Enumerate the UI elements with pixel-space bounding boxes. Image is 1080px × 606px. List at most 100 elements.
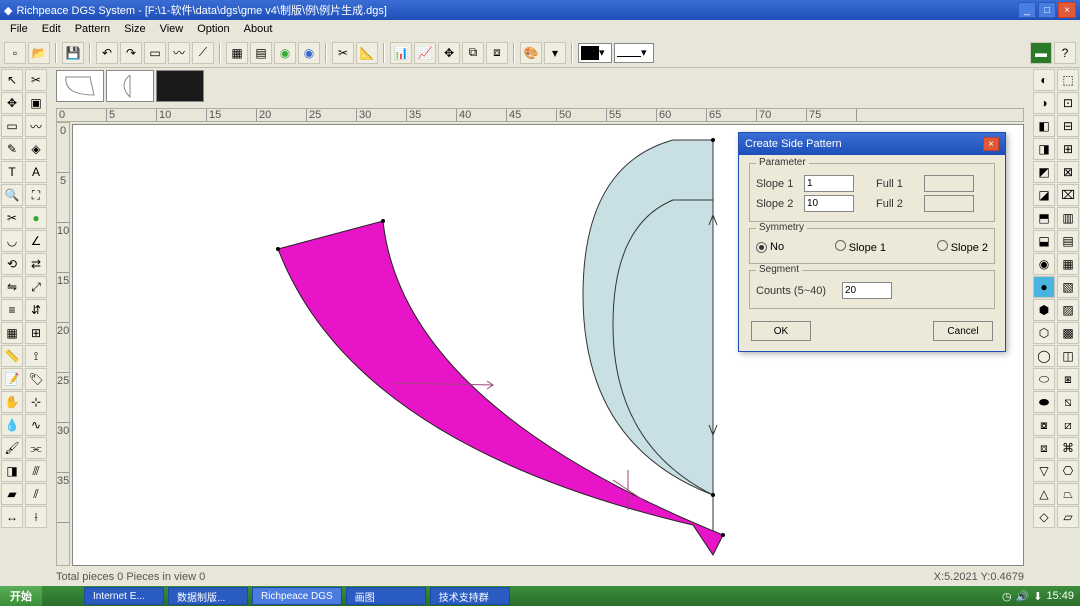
node-icon[interactable]: ◈ [25, 138, 47, 160]
r1-icon-15[interactable]: ⬬ [1033, 391, 1055, 413]
menu-about[interactable]: About [238, 21, 279, 37]
eyedrop-icon[interactable]: 💧 [1, 414, 23, 436]
window-b-icon[interactable]: ⧈ [486, 42, 508, 64]
chart-a-icon[interactable]: 📊 [390, 42, 412, 64]
menu-edit[interactable]: Edit [36, 21, 67, 37]
thumbnail-1[interactable] [56, 70, 104, 102]
r1-icon-16[interactable]: ⧇ [1033, 414, 1055, 436]
grid-a-icon[interactable]: ▦ [226, 42, 248, 64]
select-box-icon[interactable]: ▭ [144, 42, 166, 64]
rotate-icon[interactable]: ⟲ [1, 253, 23, 275]
symmetry-slope2-radio[interactable]: Slope 2 [937, 240, 988, 254]
select2-icon[interactable]: ▣ [25, 92, 47, 114]
color-combo[interactable]: ▾ [578, 43, 612, 63]
screen-icon[interactable]: ▬ [1030, 42, 1052, 64]
pen-icon[interactable]: ✎ [1, 138, 23, 160]
close-button[interactable]: × [1058, 2, 1076, 18]
brush-icon[interactable]: 🖌 [1, 437, 23, 459]
r2-icon-10[interactable]: ▧ [1057, 276, 1079, 298]
tray-icon-1[interactable]: ◷ [1002, 590, 1012, 603]
task-item-2[interactable]: 数据制版... [168, 587, 248, 605]
r1-icon-13[interactable]: ◯ [1033, 345, 1055, 367]
r2-icon-3[interactable]: ⊟ [1057, 115, 1079, 137]
task-item-4[interactable]: 画图 [346, 587, 426, 605]
r1-icon-1[interactable]: ◐ [1033, 69, 1055, 91]
r1-icon-11[interactable]: ⬢ [1033, 299, 1055, 321]
scale-icon[interactable]: ⤢ [25, 276, 47, 298]
r1-icon-8[interactable]: ⬓ [1033, 230, 1055, 252]
r1-icon-20[interactable]: ◇ [1033, 506, 1055, 528]
symmetry-slope1-radio[interactable]: Slope 1 [835, 240, 886, 254]
snap-icon[interactable]: ⊞ [25, 322, 47, 344]
line-icon[interactable]: ⟋ [192, 42, 214, 64]
dist-icon[interactable]: ⇵ [25, 299, 47, 321]
r1-icon-19[interactable]: △ [1033, 483, 1055, 505]
r2-icon-6[interactable]: ⌧ [1057, 184, 1079, 206]
tray-icon-2[interactable]: 🔊 [1016, 590, 1030, 603]
zoom-icon[interactable]: 🔍 [1, 184, 23, 206]
r1-icon-3[interactable]: ◧ [1033, 115, 1055, 137]
fill-icon[interactable]: ▰ [1, 483, 23, 505]
task-item-3[interactable]: Richpeace DGS [252, 587, 342, 605]
r2-icon-13[interactable]: ◫ [1057, 345, 1079, 367]
r2-icon-16[interactable]: ⧄ [1057, 414, 1079, 436]
grid-b-icon[interactable]: ▤ [250, 42, 272, 64]
r1-icon-17[interactable]: ⧈ [1033, 437, 1055, 459]
r2-icon-14[interactable]: ⧆ [1057, 368, 1079, 390]
r2-icon-7[interactable]: ▥ [1057, 207, 1079, 229]
save-icon[interactable]: 💾 [62, 42, 84, 64]
angle-icon[interactable]: ∠ [25, 230, 47, 252]
break-icon[interactable]: ⫘ [25, 437, 47, 459]
green-icon[interactable]: ● [25, 207, 47, 229]
smooth-icon[interactable]: ∿ [25, 414, 47, 436]
r1-icon-14[interactable]: ⬭ [1033, 368, 1055, 390]
r2-icon-20[interactable]: ⏥ [1057, 506, 1079, 528]
r1-icon-18[interactable]: ▽ [1033, 460, 1055, 482]
thumbnail-3[interactable] [156, 70, 204, 102]
new-icon[interactable]: ▫ [4, 42, 26, 64]
dialog-close-button[interactable]: × [983, 137, 999, 151]
r2-icon-18[interactable]: ⎔ [1057, 460, 1079, 482]
maximize-button[interactable]: □ [1038, 2, 1056, 18]
undo-icon[interactable]: ↶ [96, 42, 118, 64]
shape-blue-icon[interactable]: ◉ [298, 42, 320, 64]
curve2-icon[interactable]: 〰 [25, 115, 47, 137]
eraser-icon[interactable]: ◨ [1, 460, 23, 482]
flip-icon[interactable]: ⇄ [25, 253, 47, 275]
tag-icon[interactable]: 🏷 [25, 368, 47, 390]
r1-icon-12[interactable]: ⬡ [1033, 322, 1055, 344]
r2-icon-2[interactable]: ⊡ [1057, 92, 1079, 114]
dim-icon[interactable]: ↔ [1, 506, 23, 528]
r2-icon-17[interactable]: ⌘ [1057, 437, 1079, 459]
linestyle-combo[interactable]: ▾ [614, 43, 654, 63]
r2-icon-15[interactable]: ⧅ [1057, 391, 1079, 413]
start-button[interactable]: 开始 [0, 586, 42, 606]
r1-icon-9[interactable]: ◉ [1033, 253, 1055, 275]
open-icon[interactable]: 📂 [28, 42, 50, 64]
r2-icon-4[interactable]: ⊞ [1057, 138, 1079, 160]
task-item-5[interactable]: 技术支持群 [430, 587, 510, 605]
r2-icon-1[interactable]: ⬚ [1057, 69, 1079, 91]
colorwheel-icon[interactable]: 🎨 [520, 42, 542, 64]
text2-icon[interactable]: A [25, 161, 47, 183]
menu-option[interactable]: Option [191, 21, 235, 37]
task-item-1[interactable]: Internet E... [84, 587, 164, 605]
text-icon[interactable]: T [1, 161, 23, 183]
slope2-input[interactable] [804, 195, 854, 212]
redo-icon[interactable]: ↷ [120, 42, 142, 64]
pan-icon[interactable]: ⊹ [25, 391, 47, 413]
r1-icon-4[interactable]: ◨ [1033, 138, 1055, 160]
zoomfit-icon[interactable]: ⛶ [25, 184, 47, 206]
cancel-button[interactable]: Cancel [933, 321, 993, 341]
mirror-icon[interactable]: ⇋ [1, 276, 23, 298]
arrows-icon[interactable]: ✥ [438, 42, 460, 64]
curve-icon[interactable]: 〰 [168, 42, 190, 64]
help-icon[interactable]: ? [1054, 42, 1076, 64]
hand-icon[interactable]: ✋ [1, 391, 23, 413]
symmetry-no-radio[interactable]: No [756, 241, 784, 253]
ruler-icon[interactable]: 📐 [356, 42, 378, 64]
counts-input[interactable] [842, 282, 892, 299]
offset-icon[interactable]: ⫽ [25, 483, 47, 505]
r1-icon-5[interactable]: ◩ [1033, 161, 1055, 183]
menu-file[interactable]: File [4, 21, 34, 37]
